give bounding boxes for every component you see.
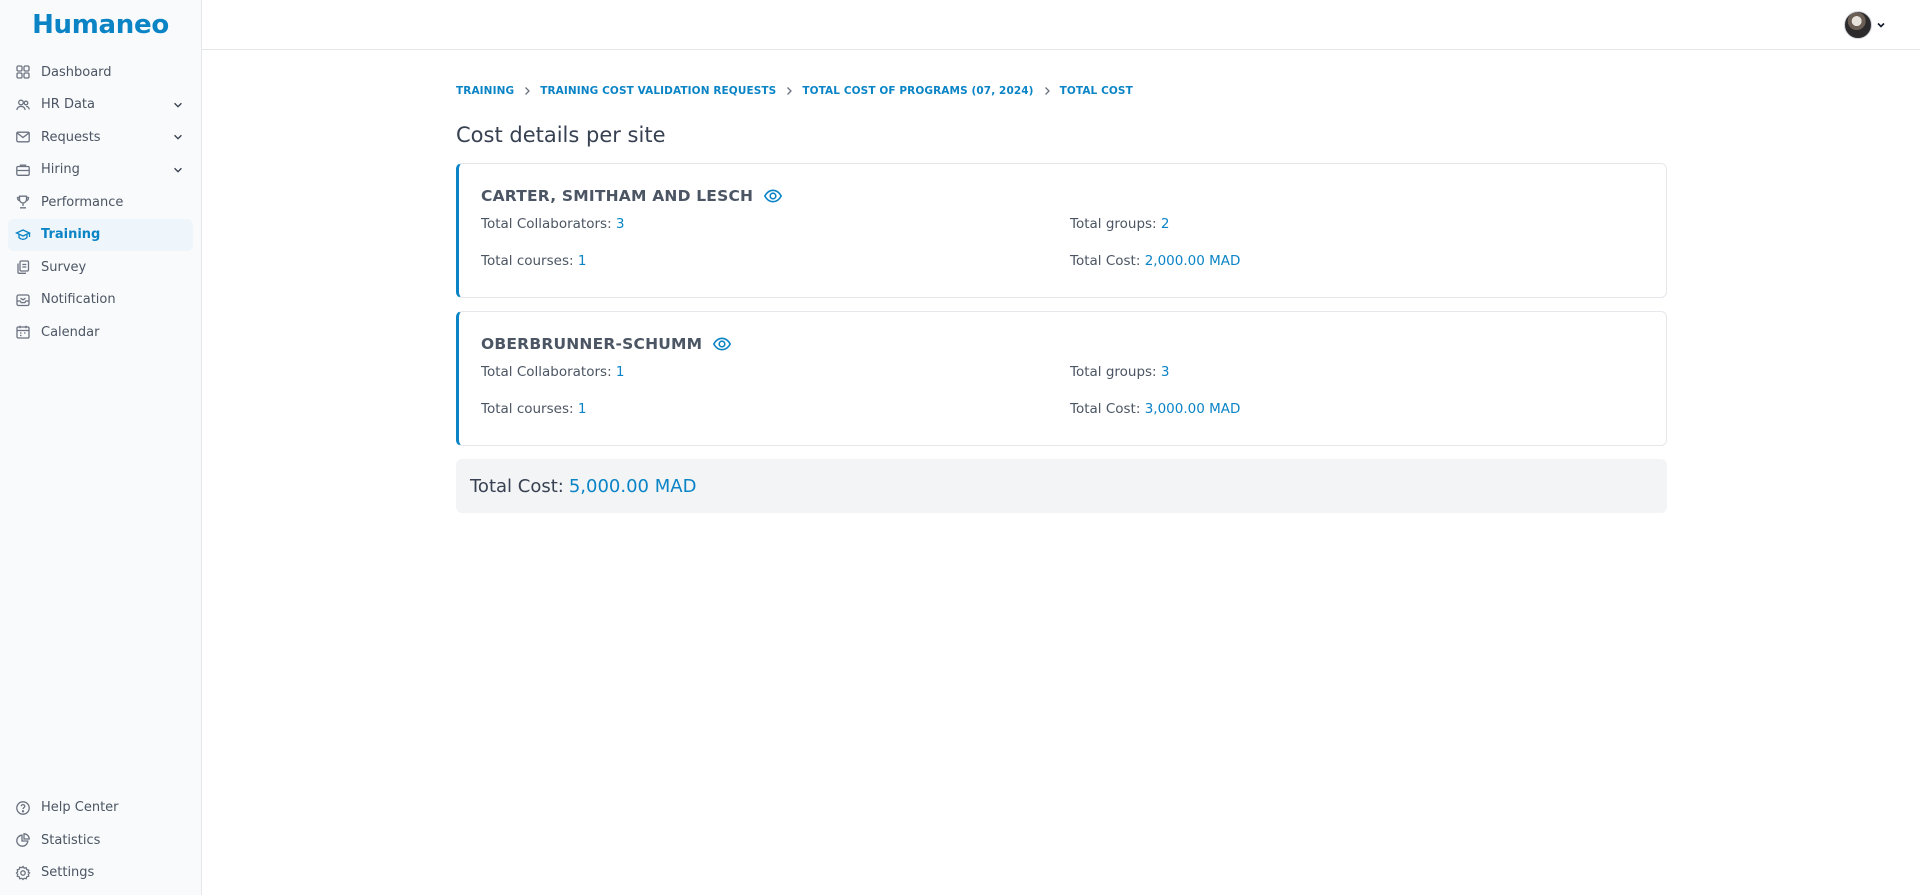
chevron-down-icon[interactable] (171, 130, 185, 144)
site-stats: Total Collaborators: 1 Total groups: 3 T… (481, 364, 1642, 417)
sidebar-item-label: Performance (41, 194, 124, 210)
site-card-header: OBERBRUNNER-SCHUMM (481, 334, 1642, 354)
breadcrumb-training[interactable]: TRAINING (456, 85, 514, 97)
stat-label: Total courses: (481, 253, 574, 269)
sidebar-item-label: Dashboard (41, 64, 112, 80)
sidebar-item-help-center[interactable]: Help Center (8, 792, 193, 824)
eye-icon[interactable] (712, 334, 732, 354)
sidebar-item-calendar[interactable]: Calendar (8, 316, 193, 348)
user-menu[interactable] (1844, 10, 1886, 39)
sidebar-item-training[interactable]: Training (8, 218, 193, 251)
breadcrumb: TRAINING TRAINING COST VALIDATION REQUES… (456, 85, 1667, 97)
sidebar-item-performance[interactable]: Performance (8, 186, 193, 218)
gear-icon (15, 865, 31, 881)
sidebar-item-label: Statistics (41, 832, 101, 848)
inbox-icon (15, 292, 31, 308)
stat-collaborators: Total Collaborators: 1 (481, 364, 1070, 380)
sidebar-item-hr-data[interactable]: HR Data (8, 89, 193, 121)
stat-value: 2 (1160, 216, 1170, 232)
stat-collaborators: Total Collaborators: 3 (481, 216, 1070, 232)
stat-value: 2,000.00 MAD (1144, 253, 1241, 269)
sidebar-item-label: Hiring (41, 162, 80, 177)
sidebar-item-requests[interactable]: Requests (8, 121, 193, 153)
chevron-right-icon (785, 86, 793, 96)
breadcrumb-total-cost-programs[interactable]: TOTAL COST OF PROGRAMS (07, 2024) (802, 85, 1033, 97)
calendar-icon (15, 324, 31, 340)
sidebar: Humaneo Dashboard HR Data Requests Hirin… (0, 0, 202, 895)
page-content: TRAINING TRAINING COST VALIDATION REQUES… (456, 85, 1667, 513)
site-card: OBERBRUNNER-SCHUMM Total Collaborators: … (456, 311, 1667, 446)
sidebar-item-label: Calendar (41, 324, 100, 340)
help-circle-icon (15, 800, 31, 816)
chevron-right-icon (523, 86, 531, 96)
sidebar-item-notification[interactable]: Notification (8, 284, 193, 316)
sidebar-nav: Dashboard HR Data Requests Hiring Perfor… (0, 50, 201, 349)
sidebar-item-label: Help Center (41, 800, 119, 815)
total-cost-summary: Total Cost: 5,000.00 MAD (456, 459, 1667, 513)
mail-icon (15, 129, 31, 145)
pie-chart-icon (15, 832, 31, 848)
stat-value: 1 (577, 253, 587, 269)
sidebar-item-survey[interactable]: Survey (8, 251, 193, 283)
sidebar-item-hiring[interactable]: Hiring (8, 154, 193, 186)
stat-label: Total groups: (1070, 216, 1157, 232)
total-cost-label: Total Cost: (470, 475, 564, 497)
stat-label: Total Collaborators: (481, 216, 612, 232)
chevron-right-icon (1043, 86, 1051, 96)
sidebar-item-label: HR Data (41, 97, 95, 112)
sidebar-item-statistics[interactable]: Statistics (8, 824, 193, 856)
page-title: Cost details per site (456, 123, 666, 147)
sidebar-item-label: Training (41, 227, 101, 242)
users-icon (15, 97, 31, 113)
sidebar-bottom-nav: Help Center Statistics Settings (8, 792, 193, 890)
sidebar-item-settings[interactable]: Settings (8, 857, 193, 889)
chevron-down-icon[interactable] (171, 98, 185, 112)
stat-cost: Total Cost: 3,000.00 MAD (1070, 401, 1642, 417)
chevron-down-icon[interactable] (1876, 20, 1886, 30)
stat-label: Total Collaborators: (481, 364, 612, 380)
breadcrumb-total-cost[interactable]: TOTAL COST (1060, 85, 1133, 97)
stat-value: 3 (1160, 364, 1170, 380)
avatar[interactable] (1844, 10, 1872, 39)
site-name: CARTER, SMITHAM AND LESCH (481, 187, 754, 205)
chevron-down-icon[interactable] (171, 163, 185, 177)
main-area: TRAINING TRAINING COST VALIDATION REQUES… (202, 0, 1920, 895)
stat-groups: Total groups: 3 (1070, 364, 1642, 380)
stat-label: Total courses: (481, 401, 574, 417)
site-name: OBERBRUNNER-SCHUMM (481, 335, 703, 353)
stat-courses: Total courses: 1 (481, 401, 1070, 417)
logo[interactable]: Humaneo (0, 0, 201, 50)
sidebar-item-dashboard[interactable]: Dashboard (8, 56, 193, 88)
topbar (202, 0, 1920, 50)
dashboard-icon (15, 64, 31, 80)
sidebar-item-label: Settings (41, 865, 95, 880)
trophy-icon (15, 194, 31, 210)
site-card-header: CARTER, SMITHAM AND LESCH (481, 186, 1642, 206)
stat-value: 1 (577, 401, 587, 417)
app: Humaneo Dashboard HR Data Requests Hirin… (0, 0, 1920, 895)
sidebar-item-label: Requests (41, 129, 101, 145)
stat-label: Total Cost: (1070, 253, 1141, 269)
graduation-cap-icon (15, 227, 31, 243)
stat-value: 3,000.00 MAD (1144, 401, 1241, 417)
eye-icon[interactable] (763, 186, 783, 206)
total-cost-value: 5,000.00 MAD (568, 475, 697, 497)
site-card: CARTER, SMITHAM AND LESCH Total Collabor… (456, 163, 1667, 298)
stat-cost: Total Cost: 2,000.00 MAD (1070, 253, 1642, 269)
site-stats: Total Collaborators: 3 Total groups: 2 T… (481, 216, 1642, 269)
sidebar-item-label: Survey (41, 259, 87, 275)
stat-value: 1 (615, 364, 625, 380)
stat-label: Total Cost: (1070, 401, 1141, 417)
stat-label: Total groups: (1070, 364, 1157, 380)
stat-courses: Total courses: 1 (481, 253, 1070, 269)
sidebar-item-label: Notification (41, 292, 116, 307)
breadcrumb-validation-requests[interactable]: TRAINING COST VALIDATION REQUESTS (540, 85, 776, 97)
stat-value: 3 (615, 216, 625, 232)
clipboard-icon (15, 259, 31, 275)
briefcase-icon (15, 162, 31, 178)
stat-groups: Total groups: 2 (1070, 216, 1642, 232)
